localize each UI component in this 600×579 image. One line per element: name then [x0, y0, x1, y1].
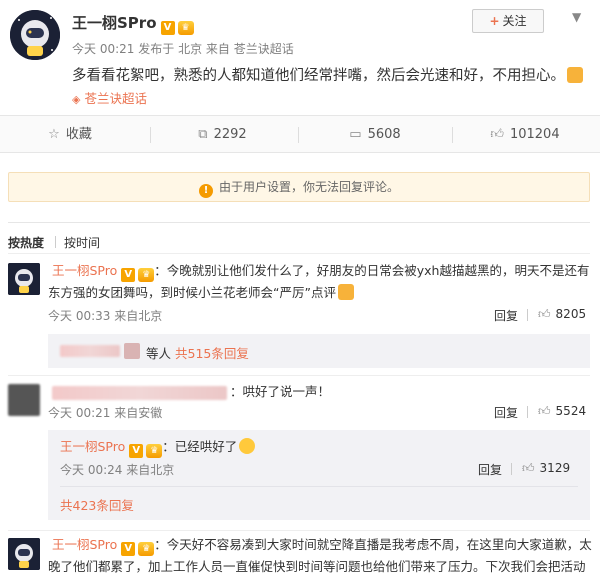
comment-avatar-blurred[interactable] [8, 384, 40, 416]
post-author-row: 王一栩SPro V ♛ [72, 12, 194, 35]
fan-badge-icon: ♛ [138, 268, 155, 282]
verified-badge-icon: V [121, 542, 136, 556]
more-replies-link[interactable]: 共423条回复 [60, 495, 134, 514]
comment-reply-button[interactable]: 回复 [494, 307, 518, 324]
astronaut-avatar-icon [10, 10, 60, 60]
laughing-emoji-icon [239, 438, 256, 454]
post-menu-icon[interactable]: ▼ [572, 10, 581, 24]
nested-like-button[interactable]: 👍︎ 3129 [522, 461, 570, 476]
post-topic-tag[interactable]: ◈ 苍兰诀超话 [72, 88, 147, 107]
favorite-button[interactable]: ☆ 收藏 [0, 116, 140, 154]
thumbs-up-icon: 👍︎ [538, 307, 551, 321]
nested-divider [60, 486, 578, 487]
fist-emoji-icon [567, 67, 583, 83]
verified-badge-icon: V [160, 21, 175, 35]
mini-avatar-icon [124, 343, 140, 359]
comment-body-line2: 晚了他们都累了，加上工作人员一直催促快到时间等问题也给他们带来了压力。下次我们会… [48, 559, 586, 574]
post-meta: 今天 00:21 发布于 北京 来自 苍兰诀超话 [72, 42, 294, 56]
reply-summary-box[interactable]: 等人 共515条回复 [48, 334, 590, 368]
action-divider [511, 463, 512, 475]
thumbs-up-icon: 👍︎ [522, 461, 535, 475]
blurred-username [52, 386, 227, 400]
sort-by-hot-tab[interactable]: 按热度 [8, 234, 44, 251]
verified-badge-icon: V [121, 268, 136, 282]
comment-button[interactable]: ▭ 5608 [305, 116, 445, 154]
comment-author[interactable]: 王一栩SPro [52, 263, 117, 278]
comment-like-button[interactable]: 👍︎ 5524 [538, 404, 586, 419]
fist-emoji-icon [337, 284, 354, 300]
nested-reply-body: 王一栩SPro V ♛ ：已经哄好了 [60, 436, 256, 458]
post-text-row: 多看看花絮吧，熟悉的人都知道他们经常拌嘴，然后会光速和好，不用担心。 [72, 64, 583, 85]
post-action-bar: ☆ 收藏 ⧉ 2292 ▭ 5608 👍︎ 101204 [0, 115, 600, 153]
astronaut-avatar-icon [8, 538, 40, 570]
action-divider [150, 127, 151, 143]
fan-badge-icon: ♛ [177, 21, 194, 35]
diamond-icon: ◈ [72, 93, 81, 106]
blurred-username [60, 345, 120, 357]
comment-body: 王一栩SPro V ♛ ：今晚就别让他们发什么了，好朋友的日常会被yxh越描越黑的，明… [52, 263, 590, 282]
post-time[interactable]: 今天 00:21 [72, 42, 134, 56]
action-divider [527, 406, 528, 418]
comment-avatar[interactable] [8, 538, 40, 570]
action-divider [527, 309, 528, 321]
replies-link[interactable]: 共515条回复 [175, 346, 249, 361]
action-divider [298, 127, 299, 143]
star-icon: ☆ [48, 127, 60, 142]
comment-icon: ▭ [349, 127, 362, 142]
nested-reply-meta: 今天 00:24 来自北京 [60, 463, 175, 477]
thumbs-up-icon: 👍︎ [538, 404, 551, 418]
plus-icon: + [489, 14, 500, 28]
action-divider [452, 127, 453, 143]
post-author-avatar[interactable] [10, 10, 60, 60]
section-divider [8, 530, 590, 531]
comment-meta: 今天 00:33 来自北京 [48, 309, 163, 323]
repost-icon: ⧉ [198, 127, 208, 142]
fan-badge-icon: ♛ [146, 444, 163, 458]
reply-summary-text: 等人 共515条回复 [146, 346, 249, 361]
tab-divider [55, 236, 56, 248]
astronaut-avatar-icon [8, 263, 40, 295]
comment-author[interactable]: 王一栩SPro [52, 537, 117, 552]
post-text: 多看看花絮吧，熟悉的人都知道他们经常拌嘴，然后会光速和好，不用担心。 [72, 68, 565, 84]
post-author-name[interactable]: 王一栩SPro [72, 14, 157, 32]
comment-body-line2: 东方强的女团舞吗，到时候小兰花老师会“严厉”点评 [48, 282, 354, 304]
section-divider [8, 375, 590, 376]
sort-by-time-tab[interactable]: 按时间 [64, 234, 100, 251]
fan-badge-icon: ♛ [138, 542, 155, 556]
reply-disabled-notice: ! 由于用户设置，你无法回复评论。 [8, 172, 590, 202]
comment-avatar[interactable] [8, 263, 40, 295]
section-divider [8, 253, 590, 254]
thumbs-up-icon: 👍︎ [490, 127, 504, 142]
section-divider [8, 222, 590, 223]
repost-button[interactable]: ⧉ 2292 [155, 116, 290, 154]
comment-meta: 今天 00:21 来自安徽 [48, 406, 163, 420]
post-source[interactable]: 苍兰诀超话 [234, 42, 294, 56]
follow-button[interactable]: + 关注 [472, 9, 544, 33]
nested-reply-box: 王一栩SPro V ♛ ：已经哄好了 今天 00:24 来自北京 回复 👍︎ 3129 … [48, 430, 590, 520]
comment-like-button[interactable]: 👍︎ 8205 [538, 307, 586, 322]
warning-icon: ! [198, 184, 213, 198]
verified-badge-icon: V [129, 444, 144, 458]
like-button[interactable]: 👍︎ 101204 [455, 116, 595, 154]
post-location: 北京 [178, 42, 203, 56]
comment-body: 王一栩SPro V ♛ ：今天好不容易凑到大家时间就空降直播是我考虑不周，在这里向大家… [52, 537, 592, 556]
nested-reply-button[interactable]: 回复 [478, 461, 502, 478]
reply-author[interactable]: 王一栩SPro [60, 439, 125, 454]
comment-body: ：哄好了说一声！ [230, 384, 331, 399]
comment-reply-button[interactable]: 回复 [494, 404, 518, 421]
